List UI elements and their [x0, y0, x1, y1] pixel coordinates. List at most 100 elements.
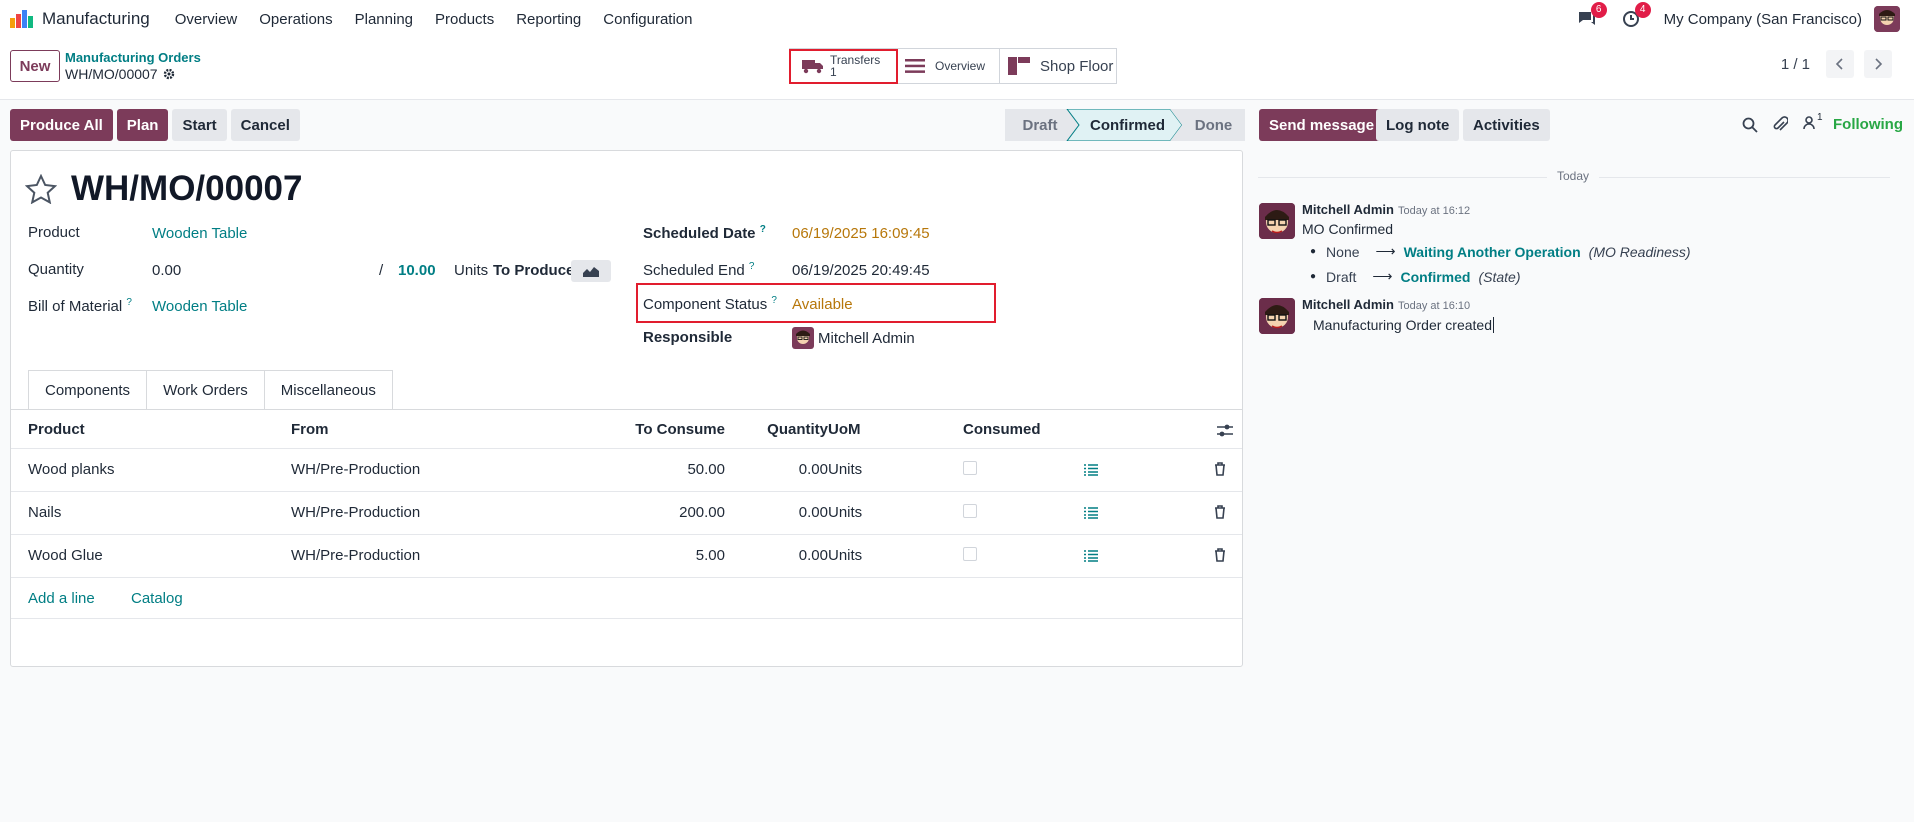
detailed-operations-icon[interactable]: [1084, 507, 1098, 519]
user-avatar[interactable]: [1874, 6, 1900, 32]
tab-components[interactable]: Components: [28, 370, 148, 410]
row-consumed-checkbox[interactable]: [963, 504, 977, 518]
trash-icon[interactable]: [1214, 505, 1226, 519]
overview-smart-button[interactable]: Overview: [896, 48, 1000, 84]
row-quantity[interactable]: 0.00: [738, 504, 828, 521]
table-row[interactable]: Wood planks WH/Pre-Production 50.00 0.00…: [11, 448, 1242, 491]
stage-done[interactable]: Done: [1182, 109, 1245, 141]
search-icon[interactable]: [1742, 117, 1758, 133]
menu-overview[interactable]: Overview: [164, 11, 249, 28]
send-message-button[interactable]: Send message: [1259, 109, 1385, 141]
tracking-value: ● Draft ⟶ Confirmed (State): [1310, 268, 1520, 285]
message-avatar[interactable]: [1259, 203, 1295, 239]
followers-button[interactable]: 1: [1802, 112, 1823, 130]
manufacturing-app-icon[interactable]: [10, 10, 36, 28]
pager-previous-button[interactable]: [1826, 50, 1854, 78]
responsible-avatar: [792, 327, 814, 349]
row-product: Nails: [28, 504, 62, 521]
stage-draft[interactable]: Draft: [1005, 109, 1075, 141]
cancel-button[interactable]: Cancel: [230, 109, 300, 141]
row-uom: Units: [828, 547, 863, 564]
quantity-target-field[interactable]: 10.00: [398, 262, 436, 279]
start-button[interactable]: Start: [172, 109, 227, 141]
responsible-field[interactable]: Mitchell Admin: [792, 327, 915, 349]
transfers-smart-button[interactable]: Transfers 1: [789, 48, 897, 84]
col-uom[interactable]: UoM: [828, 421, 861, 438]
tab-miscellaneous[interactable]: Miscellaneous: [263, 370, 393, 410]
messages-button[interactable]: 6: [1576, 2, 1607, 30]
pager-next-button[interactable]: [1864, 50, 1892, 78]
trash-icon[interactable]: [1214, 548, 1226, 562]
component-status-help-icon[interactable]: ?: [771, 295, 777, 306]
uom-field[interactable]: Units: [454, 262, 488, 279]
col-from[interactable]: From: [291, 421, 329, 438]
control-panel: New Manufacturing Orders WH/MO/00007 Tra…: [0, 38, 1914, 100]
scheduled-date-field[interactable]: 06/19/2025 16:09:45: [792, 225, 930, 242]
detailed-operations-icon[interactable]: [1084, 464, 1098, 476]
pager-value[interactable]: 1 / 1: [1781, 56, 1810, 73]
company-switcher[interactable]: My Company (San Francisco): [1664, 11, 1862, 28]
breadcrumb-parent[interactable]: Manufacturing Orders: [65, 50, 201, 65]
chevron-left-icon: [1835, 58, 1843, 70]
scheduled-end-field[interactable]: 06/19/2025 20:49:45: [792, 262, 930, 279]
responsible-name: Mitchell Admin: [818, 329, 915, 347]
table-row[interactable]: Wood Glue WH/Pre-Production 5.00 0.00 Un…: [11, 534, 1242, 577]
row-consumed-checkbox[interactable]: [963, 461, 977, 475]
paperclip-icon[interactable]: [1772, 116, 1788, 134]
plan-button[interactable]: Plan: [116, 109, 169, 141]
log-note-button[interactable]: Log note: [1376, 109, 1460, 141]
row-to-consume: 50.00: [687, 461, 725, 478]
row-from: WH/Pre-Production: [291, 504, 421, 521]
message-author[interactable]: Mitchell Admin Today at 16:10: [1302, 297, 1470, 312]
col-product[interactable]: Product: [28, 421, 85, 438]
activities-button[interactable]: Activities: [1463, 109, 1550, 141]
catalog-link[interactable]: Catalog: [131, 590, 183, 607]
forecast-report-button[interactable]: [571, 260, 611, 282]
message-author[interactable]: Mitchell Admin Today at 16:12: [1302, 202, 1470, 217]
menu-configuration[interactable]: Configuration: [592, 11, 703, 28]
menu-operations[interactable]: Operations: [248, 11, 343, 28]
row-consumed-checkbox[interactable]: [963, 547, 977, 561]
menu-reporting[interactable]: Reporting: [505, 11, 592, 28]
row-quantity[interactable]: 0.00: [738, 461, 828, 478]
col-to-consume[interactable]: To Consume: [631, 421, 725, 438]
message-author-name: Mitchell Admin: [1302, 202, 1394, 217]
transfers-count: 1: [830, 65, 837, 79]
optional-columns-icon[interactable]: [1217, 423, 1233, 439]
add-line-link[interactable]: Add a line: [28, 590, 95, 607]
table-row[interactable]: Nails WH/Pre-Production 200.00 0.00 Unit…: [11, 491, 1242, 534]
app-name[interactable]: Manufacturing: [42, 9, 150, 29]
trash-icon[interactable]: [1214, 462, 1226, 476]
menu-planning[interactable]: Planning: [344, 11, 424, 28]
detailed-operations-icon[interactable]: [1084, 550, 1098, 562]
transfers-label: Transfers: [830, 53, 881, 67]
tab-work-orders[interactable]: Work Orders: [146, 370, 265, 410]
truck-icon: [802, 60, 823, 74]
chevron-right-icon: [1875, 58, 1883, 70]
new-button[interactable]: New: [10, 50, 60, 82]
list-icon: [905, 59, 925, 73]
activities-button[interactable]: 4: [1620, 2, 1651, 30]
bom-field[interactable]: Wooden Table: [152, 298, 247, 315]
product-field[interactable]: Wooden Table: [152, 225, 247, 242]
col-quantity[interactable]: Quantity: [738, 421, 828, 438]
message-avatar[interactable]: [1259, 298, 1295, 334]
shop-floor-smart-button[interactable]: Shop Floor: [999, 48, 1117, 84]
scheduled-end-help-icon[interactable]: ?: [749, 261, 755, 272]
produce-all-button[interactable]: Produce All: [10, 109, 113, 141]
product-label: Product: [28, 224, 80, 241]
quantity-label: Quantity: [28, 261, 84, 278]
quantity-field[interactable]: 0.00: [152, 262, 181, 279]
star-icon[interactable]: [25, 174, 57, 204]
menu-products[interactable]: Products: [424, 11, 505, 28]
notebook-tabs: Components Work Orders Miscellaneous: [28, 370, 393, 410]
tracking-old: None: [1326, 243, 1360, 260]
following-button[interactable]: Following: [1833, 116, 1903, 133]
col-consumed[interactable]: Consumed: [963, 421, 1041, 438]
overview-label: Overview: [935, 59, 986, 73]
stage-confirmed[interactable]: Confirmed: [1079, 109, 1176, 141]
scheduled-date-help-icon[interactable]: ?: [760, 224, 766, 235]
gear-icon[interactable]: [163, 68, 175, 80]
row-quantity[interactable]: 0.00: [738, 547, 828, 564]
bom-help-icon[interactable]: ?: [126, 297, 132, 308]
